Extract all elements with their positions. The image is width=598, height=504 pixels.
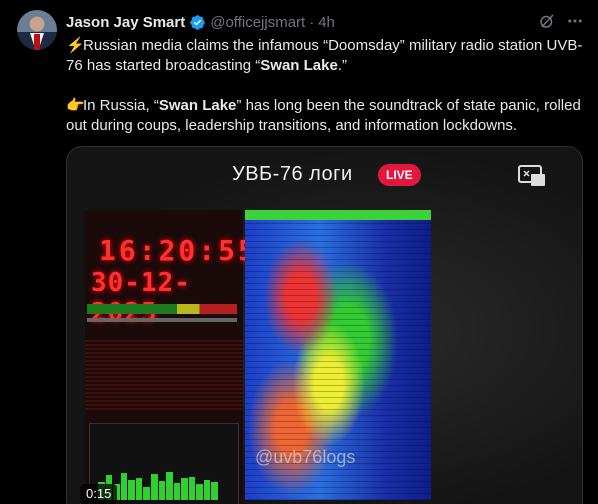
video-title: УВБ-76 логи xyxy=(232,163,353,185)
tweet-paragraph-1: ⚡Russian media claims the infamous “Doom… xyxy=(66,36,591,76)
tweet-bold-text: Swan Lake xyxy=(158,97,237,114)
author-handle[interactable]: @officejjsmart xyxy=(210,14,305,31)
avatar-tie xyxy=(34,34,40,50)
video-timestamp: 0:15 xyxy=(80,484,118,504)
pointing-hand-emoji: 👉 xyxy=(66,97,85,114)
author-avatar[interactable] xyxy=(17,10,57,50)
more-options-icon[interactable] xyxy=(566,12,584,30)
tweet-text-segment: In Russia, “ xyxy=(83,97,159,114)
tweet-paragraph-2: 👉In Russia, “Swan Lake” has long been th… xyxy=(66,96,591,136)
signal-meter xyxy=(87,304,237,314)
spectrogram-header xyxy=(245,210,431,220)
video-watermark: @uvb76logs xyxy=(255,447,356,467)
waterfall-noise xyxy=(85,340,243,410)
tweet-bold-text: Swan Lake xyxy=(260,57,338,74)
tweet-header: Jason Jay Smart @officejjsmart · 4h xyxy=(66,12,335,32)
clock-panel: 16:20:55 30-12-2025 xyxy=(85,210,255,504)
tweet-text: ⚡Russian media claims the infamous “Doom… xyxy=(66,36,591,136)
author-name[interactable]: Jason Jay Smart xyxy=(66,14,185,31)
grok-icon[interactable] xyxy=(538,12,556,30)
signal-meter-secondary xyxy=(87,318,237,322)
post-time[interactable]: 4h xyxy=(318,14,335,31)
tweet-text-segment: .” xyxy=(337,57,348,74)
picture-in-picture-icon xyxy=(518,165,545,186)
video-player[interactable]: УВБ-76 логи LIVE 16:20:55 30-12-2025 @uv… xyxy=(66,146,583,504)
live-badge: LIVE xyxy=(378,164,421,186)
separator-dot: · xyxy=(309,13,315,31)
lightning-emoji: ⚡ xyxy=(66,37,85,54)
digital-clock: 16:20:55 xyxy=(99,234,258,267)
verified-badge-icon xyxy=(190,14,205,30)
